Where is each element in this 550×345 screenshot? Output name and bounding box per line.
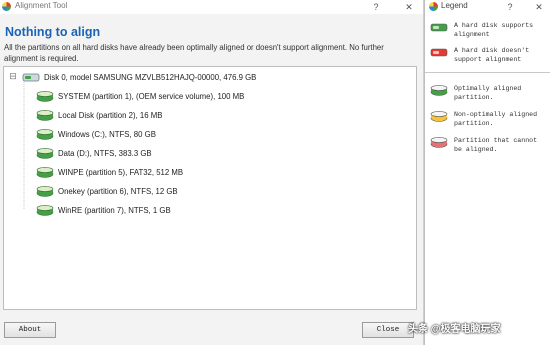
collapse-toggle[interactable]: ⊟ <box>9 72 17 81</box>
partition-optimal-icon <box>36 128 54 140</box>
legend-disk-icon <box>430 23 448 32</box>
disk-label: Disk 0, model SAMSUNG MZVLB512HAJQ-00000… <box>44 72 257 82</box>
partition-optimal-icon <box>36 90 54 102</box>
legend-partition-icon <box>430 111 448 122</box>
app-logo-icon <box>2 2 11 11</box>
legend-item-text: A hard disk supports alignment <box>454 22 534 38</box>
legend-item: A hard disk supports alignment <box>430 21 538 39</box>
partition-label: Windows (C:), NTFS, 80 GB <box>58 129 156 139</box>
partition-row[interactable]: SYSTEM (partition 1), (OEM service volum… <box>36 88 244 104</box>
legend-partition-icon <box>430 137 448 148</box>
close-button[interactable]: Close <box>362 322 414 338</box>
partition-optimal-icon <box>36 147 54 159</box>
partition-label: Data (D:), NTFS, 383.3 GB <box>58 148 152 158</box>
legend-item-text: Partition that cannot be aligned. <box>454 137 538 153</box>
legend-item-text: A hard disk doesn't support alignment <box>454 47 530 63</box>
disk-tree[interactable]: ⊟ Disk 0, model SAMSUNG MZVLB512HAJQ-000… <box>3 66 417 310</box>
partition-row[interactable]: WINPE (partition 5), FAT32, 512 MB <box>36 164 183 180</box>
partition-row[interactable]: Data (D:), NTFS, 383.3 GB <box>36 145 152 161</box>
legend-help-button[interactable]: ? <box>502 0 518 14</box>
legend-item: A hard disk doesn't support alignment <box>430 46 538 64</box>
legend-close-button[interactable]: ✕ <box>531 0 547 14</box>
close-window-button[interactable]: ✕ <box>401 0 417 14</box>
help-button[interactable]: ? <box>368 0 384 14</box>
watermark-text: 头条 @极客电脑玩家 <box>408 324 501 335</box>
legend-item: Optimally aligned partition. <box>430 84 538 102</box>
legend-item-text: Optimally aligned partition. <box>454 85 522 101</box>
partition-label: WinRE (partition 7), NTFS, 1 GB <box>58 205 171 215</box>
partition-row[interactable]: Windows (C:), NTFS, 80 GB <box>36 126 156 142</box>
legend-item-text: Non-optimally aligned partition. <box>454 111 538 127</box>
title-bar: Alignment Tool ? ✕ <box>0 0 423 14</box>
legend-item: Non-optimally aligned partition. <box>430 110 538 128</box>
legend-partition-icon <box>430 85 448 96</box>
hard-disk-icon <box>22 73 40 81</box>
partition-optimal-icon <box>36 204 54 216</box>
legend-divider <box>425 72 550 73</box>
disk-row[interactable]: Disk 0, model SAMSUNG MZVLB512HAJQ-00000… <box>22 69 256 85</box>
alignment-tool-window: Alignment Tool ? ✕ Nothing to align All … <box>0 0 424 345</box>
legend-disk-icon <box>430 48 448 57</box>
partition-optimal-icon <box>36 109 54 121</box>
partition-label: Onekey (partition 6), NTFS, 12 GB <box>58 186 178 196</box>
about-button[interactable]: About <box>4 322 56 338</box>
description-text: All the partitions on all hard disks hav… <box>4 43 384 63</box>
window-title: Alignment Tool <box>15 1 68 10</box>
partition-label: SYSTEM (partition 1), (OEM service volum… <box>58 91 245 101</box>
partition-row[interactable]: WinRE (partition 7), NTFS, 1 GB <box>36 202 171 218</box>
partition-row[interactable]: Onekey (partition 6), NTFS, 12 GB <box>36 183 178 199</box>
legend-window: Legend ? ✕ A hard disk supports alignmen… <box>424 0 550 345</box>
partition-optimal-icon <box>36 185 54 197</box>
legend-item: Partition that cannot be aligned. <box>430 136 538 154</box>
legend-title: Legend <box>441 1 468 10</box>
partition-label: Local Disk (partition 2), 16 MB <box>58 110 163 120</box>
partition-row[interactable]: Local Disk (partition 2), 16 MB <box>36 107 162 123</box>
partition-optimal-icon <box>36 166 54 178</box>
legend-logo-icon <box>429 2 438 11</box>
page-title: Nothing to align <box>5 25 101 39</box>
partition-label: WINPE (partition 5), FAT32, 512 MB <box>58 167 184 177</box>
